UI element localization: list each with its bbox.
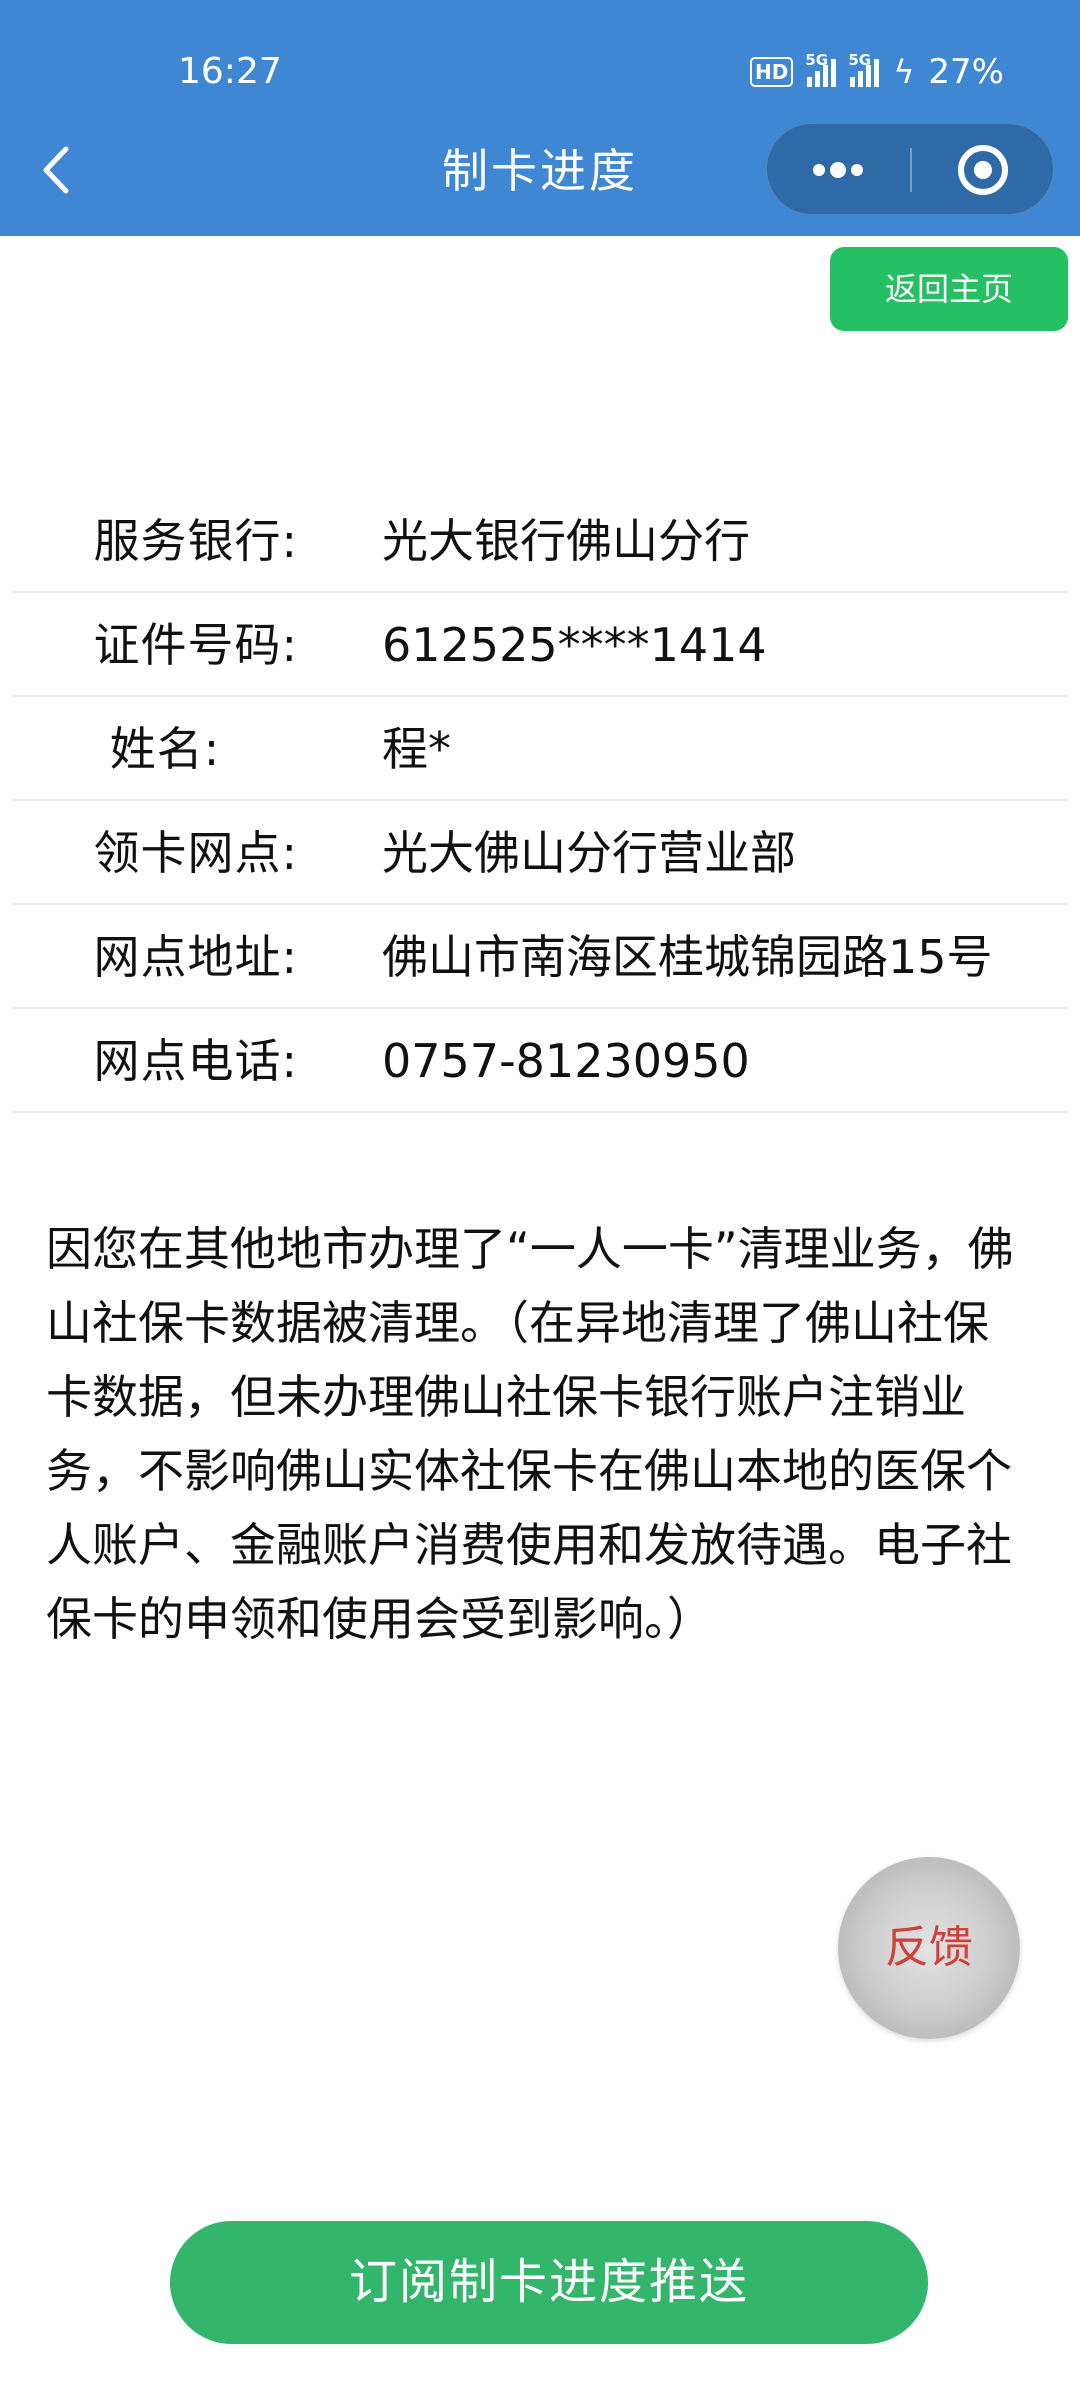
mini-program-capsule: [766, 123, 1054, 215]
info-row-name: 姓名: 程*: [12, 697, 1068, 801]
info-row-bank: 服务银行: 光大银行佛山分行: [12, 489, 1068, 593]
info-row-phone: 网点电话: 0757-81230950: [12, 1009, 1068, 1113]
phone-value: 0757-81230950: [382, 1034, 750, 1088]
address-value: 佛山市南海区桂城锦园路15号: [382, 930, 993, 984]
signal-icon: 5G: [805, 51, 837, 87]
name-value: 程*: [382, 722, 451, 776]
bank-value: 光大银行佛山分行: [382, 514, 750, 568]
network-type-label-2: 5G: [848, 51, 872, 69]
more-dots-icon: [813, 162, 863, 178]
branch-label: 领卡网点:: [93, 826, 298, 880]
subscribe-progress-button[interactable]: 订阅制卡进度推送: [170, 2221, 928, 2344]
close-button[interactable]: [912, 124, 1055, 216]
name-label: 姓名:: [109, 722, 221, 776]
status-time: 16:27: [178, 51, 282, 92]
hd-voice-icon: HD: [749, 57, 794, 87]
target-circle-icon: [958, 145, 1008, 195]
network-type-label: 5G: [805, 51, 829, 69]
id-number-label: 证件号码:: [93, 618, 298, 672]
feedback-button[interactable]: 反馈: [838, 1857, 1020, 2039]
signal-icon-2: 5G: [848, 51, 880, 87]
branch-value: 光大佛山分行营业部: [382, 826, 796, 880]
id-number-value: 612525****1414: [382, 618, 767, 672]
battery-level: 27%: [928, 52, 1004, 92]
phone-label: 网点电话:: [93, 1034, 298, 1088]
feedback-label: 反馈: [885, 1922, 973, 1973]
info-row-id-number: 证件号码: 612525****1414: [12, 593, 1068, 697]
status-icons: HD 5G 5G ϟ 27%: [749, 48, 1004, 96]
header-bar: 16:27 HD 5G 5G ϟ 27% 制卡进度: [0, 0, 1080, 236]
info-row-branch: 领卡网点: 光大佛山分行营业部: [12, 801, 1068, 905]
info-row-address: 网点地址: 佛山市南海区桂城锦园路15号: [12, 905, 1068, 1009]
address-label: 网点地址:: [93, 930, 298, 984]
card-info-table: 服务银行: 光大银行佛山分行 证件号码: 612525****1414 姓名: …: [12, 489, 1068, 1113]
clearance-notice: 因您在其他地市办理了“一人一卡”清理业务，佛山社保卡数据被清理。（在异地清理了佛…: [46, 1222, 1014, 1646]
return-home-button[interactable]: 返回主页: [830, 247, 1068, 331]
bank-label: 服务银行:: [93, 514, 298, 568]
charging-icon: ϟ: [893, 53, 915, 91]
more-button[interactable]: [767, 124, 910, 216]
